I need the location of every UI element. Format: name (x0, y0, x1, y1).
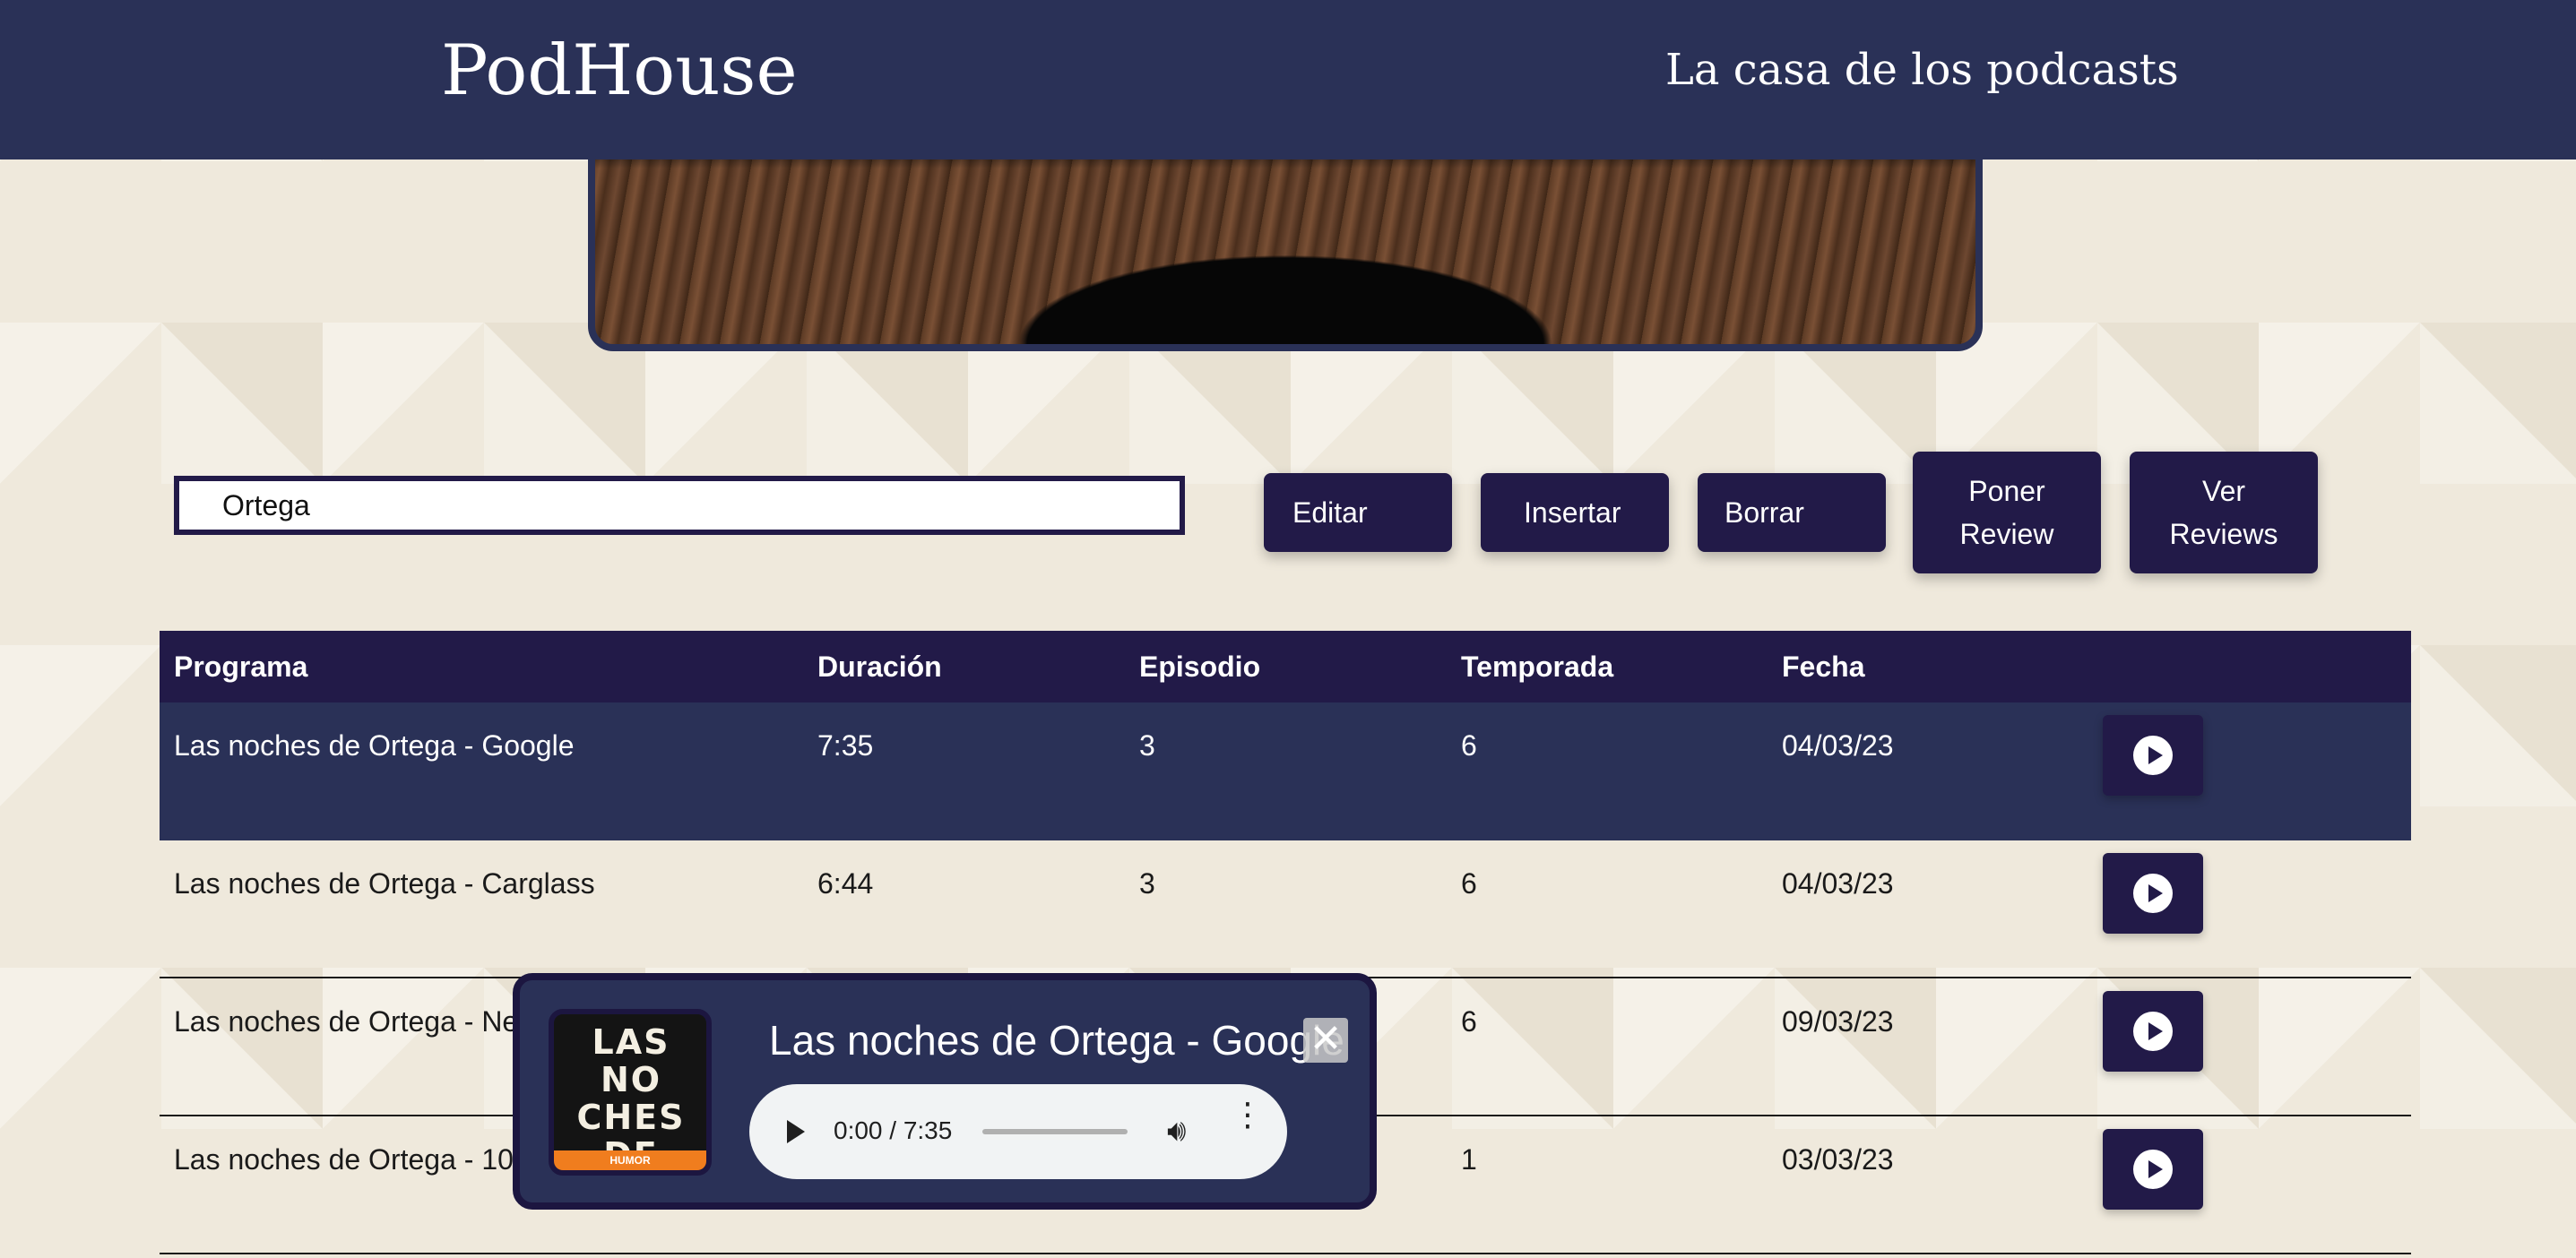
delete-button[interactable]: Borrar (1698, 473, 1886, 552)
player-popup: LAS NO CHES DE ORTEGA HUMOR Las noches d… (513, 973, 1377, 1210)
cell-duracion: 7:35 (817, 729, 874, 762)
row-play-button[interactable] (2103, 853, 2203, 934)
table-row[interactable]: Las noches de Ortega - Carglass 6:44 3 6… (160, 840, 2411, 978)
cell-temporada: 6 (1461, 729, 1477, 762)
player-title: Las noches de Ortega - Google (769, 1017, 1344, 1064)
row-play-button[interactable] (2103, 715, 2203, 796)
column-header-programa[interactable]: Programa (174, 651, 307, 684)
search-input[interactable] (174, 476, 1185, 535)
site-header: PodHouse La casa de los podcasts (0, 0, 2576, 159)
cell-fecha: 09/03/23 (1782, 1005, 1894, 1038)
insert-button[interactable]: Insertar (1481, 473, 1669, 552)
column-header-duracion[interactable]: Duración (817, 651, 942, 684)
view-reviews-button[interactable]: Ver Reviews (2130, 452, 2318, 573)
cell-fecha: 03/03/23 (1782, 1143, 1894, 1176)
cell-episodio: 3 (1139, 867, 1155, 900)
cell-programa: Las noches de Ortega - Google (174, 729, 575, 762)
cell-fecha: 04/03/23 (1782, 729, 1894, 762)
add-review-button[interactable]: Poner Review (1913, 452, 2101, 573)
close-icon[interactable]: ✕ (1303, 1018, 1348, 1063)
cell-duracion: 6:44 (817, 867, 874, 900)
cell-episodio: 3 (1139, 729, 1155, 762)
cell-programa: Las noches de Ortega - Ne (174, 1005, 519, 1038)
row-play-button[interactable] (2103, 991, 2203, 1072)
audio-progress-slider[interactable] (982, 1129, 1128, 1134)
play-icon[interactable] (787, 1120, 805, 1143)
row-play-button[interactable] (2103, 1129, 2203, 1210)
tagline: La casa de los podcasts (1665, 45, 2179, 95)
podcast-cover-image: LAS NO CHES DE ORTEGA HUMOR (549, 1009, 712, 1176)
more-vertical-icon[interactable]: ⋮ (1232, 1099, 1264, 1132)
audio-time: 0:00 / 7:35 (834, 1116, 953, 1144)
play-circle-icon (2133, 1012, 2173, 1051)
cell-temporada: 6 (1461, 867, 1477, 900)
column-header-temporada[interactable]: Temporada (1461, 651, 1613, 684)
cell-programa: Las noches de Ortega - Carglass (174, 867, 595, 900)
cell-temporada: 1 (1461, 1143, 1477, 1176)
column-header-fecha[interactable]: Fecha (1782, 651, 1864, 684)
cell-programa: Las noches de Ortega - 10 (174, 1143, 514, 1176)
speaker-icon[interactable]: 🔊︎ (1167, 1113, 1186, 1149)
column-header-episodio[interactable]: Episodio (1139, 651, 1260, 684)
cell-fecha: 04/03/23 (1782, 867, 1894, 900)
play-circle-icon (2133, 736, 2173, 775)
audio-player[interactable]: 0:00 / 7:35 🔊︎ ⋮ (749, 1084, 1287, 1179)
edit-button[interactable]: Editar (1264, 473, 1452, 552)
table-row-selected[interactable]: Las noches de Ortega - Google 7:35 3 6 0… (160, 702, 2411, 840)
brand-logo-text[interactable]: PodHouse (441, 30, 798, 111)
table-header: Programa Duración Episodio Temporada Fec… (160, 631, 2411, 702)
hero-image (588, 134, 1983, 351)
play-circle-icon (2133, 1150, 2173, 1189)
play-circle-icon (2133, 874, 2173, 913)
cover-genre-band: HUMOR (554, 1150, 706, 1170)
cell-temporada: 6 (1461, 1005, 1477, 1038)
